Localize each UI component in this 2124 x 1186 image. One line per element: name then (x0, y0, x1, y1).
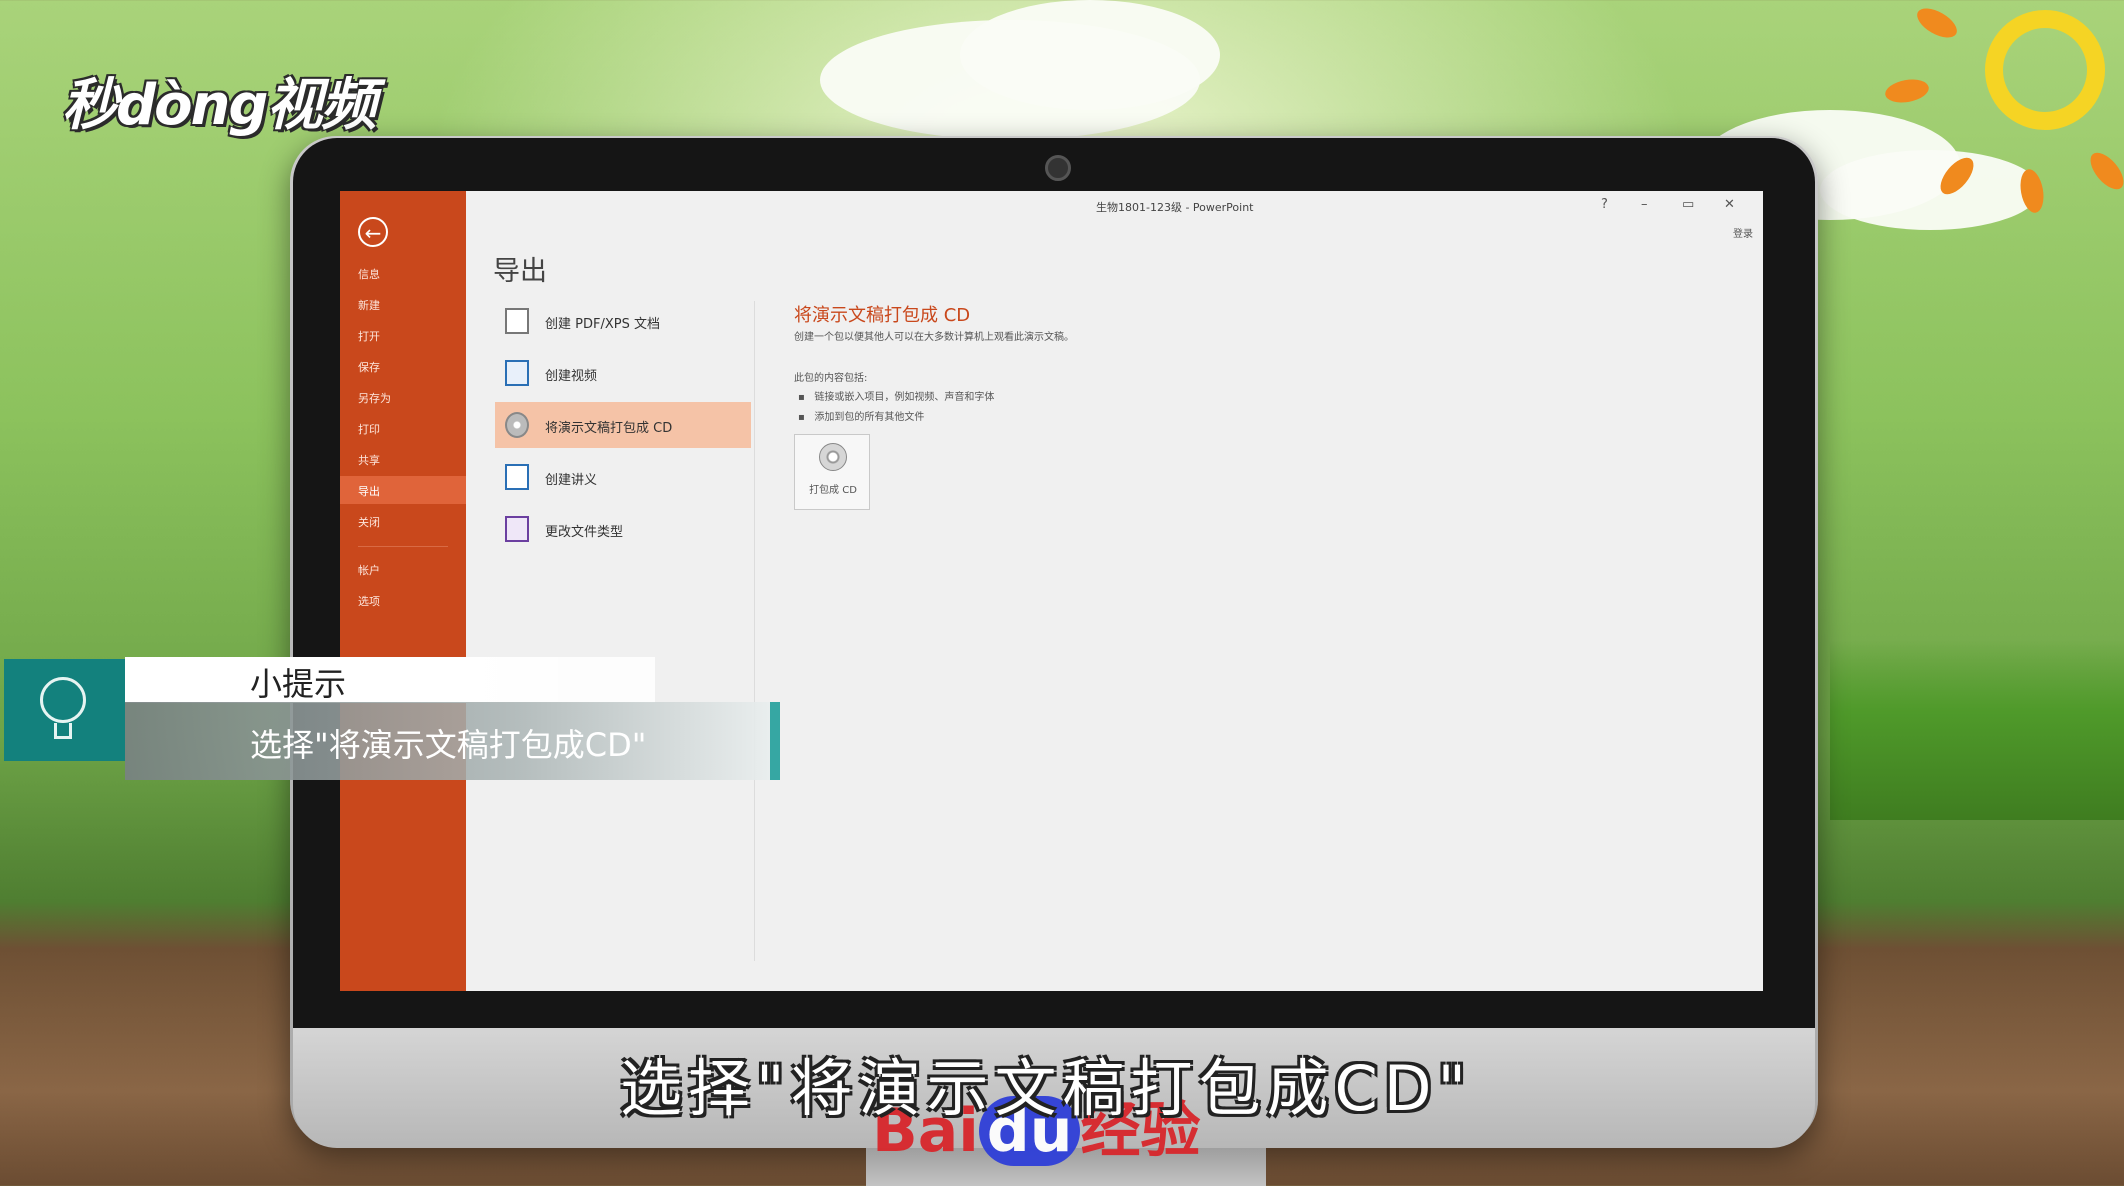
restore-button[interactable]: ▭ (1682, 197, 1694, 212)
export-item-label: 创建讲义 (545, 473, 598, 488)
sidebar-item-share[interactable]: 共享 (358, 452, 380, 468)
title-bar: 生物1801-123级 - PowerPoint ? – ▭ ✕ (466, 191, 1763, 221)
sidebar-item-close[interactable]: 关闭 (358, 514, 380, 530)
file-type-icon (505, 516, 529, 542)
sidebar-item-open[interactable]: 打开 (358, 328, 380, 344)
lightbulb-icon (40, 677, 86, 723)
export-item-label: 将演示文稿打包成 CD (545, 421, 673, 436)
sidebar-divider (358, 546, 448, 547)
video-icon (505, 360, 529, 386)
tip-icon-box (4, 659, 125, 761)
pdf-doc-icon (505, 308, 529, 334)
sidebar-item-export[interactable]: 导出 (358, 483, 380, 499)
export-item-handouts[interactable]: 创建讲义 (495, 454, 751, 500)
sun-ray (1883, 76, 1931, 106)
pane-title: 将演示文稿打包成 CD (794, 305, 971, 326)
brand-logo: 秒dòng视频 (62, 73, 377, 138)
cloud (1820, 150, 2040, 230)
export-item-pdf[interactable]: 创建 PDF/XPS 文档 (495, 298, 751, 344)
cloud (960, 0, 1220, 110)
sidebar-item-info[interactable]: 信息 (358, 266, 380, 282)
pane-description: 创建一个包以便其他人可以在大多数计算机上观看此演示文稿。 (794, 332, 1074, 343)
help-button[interactable]: ? (1601, 197, 1608, 212)
sun-icon (1985, 10, 2105, 130)
sidebar-item-save-as[interactable]: 另存为 (358, 390, 391, 406)
camera-icon (1045, 155, 1071, 181)
pane-bullet: ▪ 添加到包的所有其他文件 (798, 412, 925, 423)
minimize-button[interactable]: – (1641, 197, 1648, 212)
tip-accent (770, 702, 780, 780)
video-subtitle: 选择"将演示文稿打包成CD" (620, 1052, 1473, 1125)
sidebar-item-account[interactable]: 帐户 (358, 562, 380, 578)
handout-icon (505, 464, 529, 490)
powerpoint-window: ← 信息 新建 打开 保存 另存为 打印 共享 导出 关闭 帐户 选项 生物18… (340, 191, 1763, 991)
window-title: 生物1801-123级 - PowerPoint (1096, 201, 1254, 214)
tip-text: 选择"将演示文稿打包成CD" (250, 726, 647, 764)
backstage-sidebar: ← 信息 新建 打开 保存 另存为 打印 共享 导出 关闭 帐户 选项 (340, 191, 466, 991)
package-cd-button-label: 打包成 CD (809, 485, 857, 496)
sun-ray (1912, 2, 1962, 44)
export-item-video[interactable]: 创建视频 (495, 350, 751, 396)
cd-icon (505, 412, 529, 438)
export-item-label: 创建 PDF/XPS 文档 (545, 317, 660, 332)
sidebar-item-save[interactable]: 保存 (358, 359, 380, 375)
sun-ray (2084, 147, 2124, 195)
grass (1830, 640, 2124, 820)
back-arrow-icon[interactable]: ← (358, 217, 388, 247)
sign-in-link[interactable]: 登录 (1733, 225, 1753, 240)
package-cd-button[interactable]: 打包成 CD (794, 434, 870, 510)
pane-divider (754, 301, 755, 961)
close-button[interactable]: ✕ (1724, 197, 1735, 212)
lightbulb-base (54, 723, 72, 739)
tip-heading: 小提示 (250, 665, 347, 703)
export-item-label: 更改文件类型 (545, 525, 624, 540)
export-item-change-type[interactable]: 更改文件类型 (495, 506, 751, 552)
sidebar-item-options[interactable]: 选项 (358, 593, 380, 609)
tip-header-bar (125, 657, 655, 703)
export-item-package-cd[interactable]: 将演示文稿打包成 CD (495, 402, 751, 448)
sidebar-item-print[interactable]: 打印 (358, 421, 380, 437)
pane-bullet: ▪ 链接或嵌入项目，例如视频、声音和字体 (798, 392, 995, 403)
export-item-label: 创建视频 (545, 369, 598, 384)
page-title: 导出 (493, 256, 547, 287)
sidebar-item-new[interactable]: 新建 (358, 297, 380, 313)
pane-includes-label: 此包的内容包括: (794, 373, 868, 384)
cd-icon (819, 443, 847, 471)
